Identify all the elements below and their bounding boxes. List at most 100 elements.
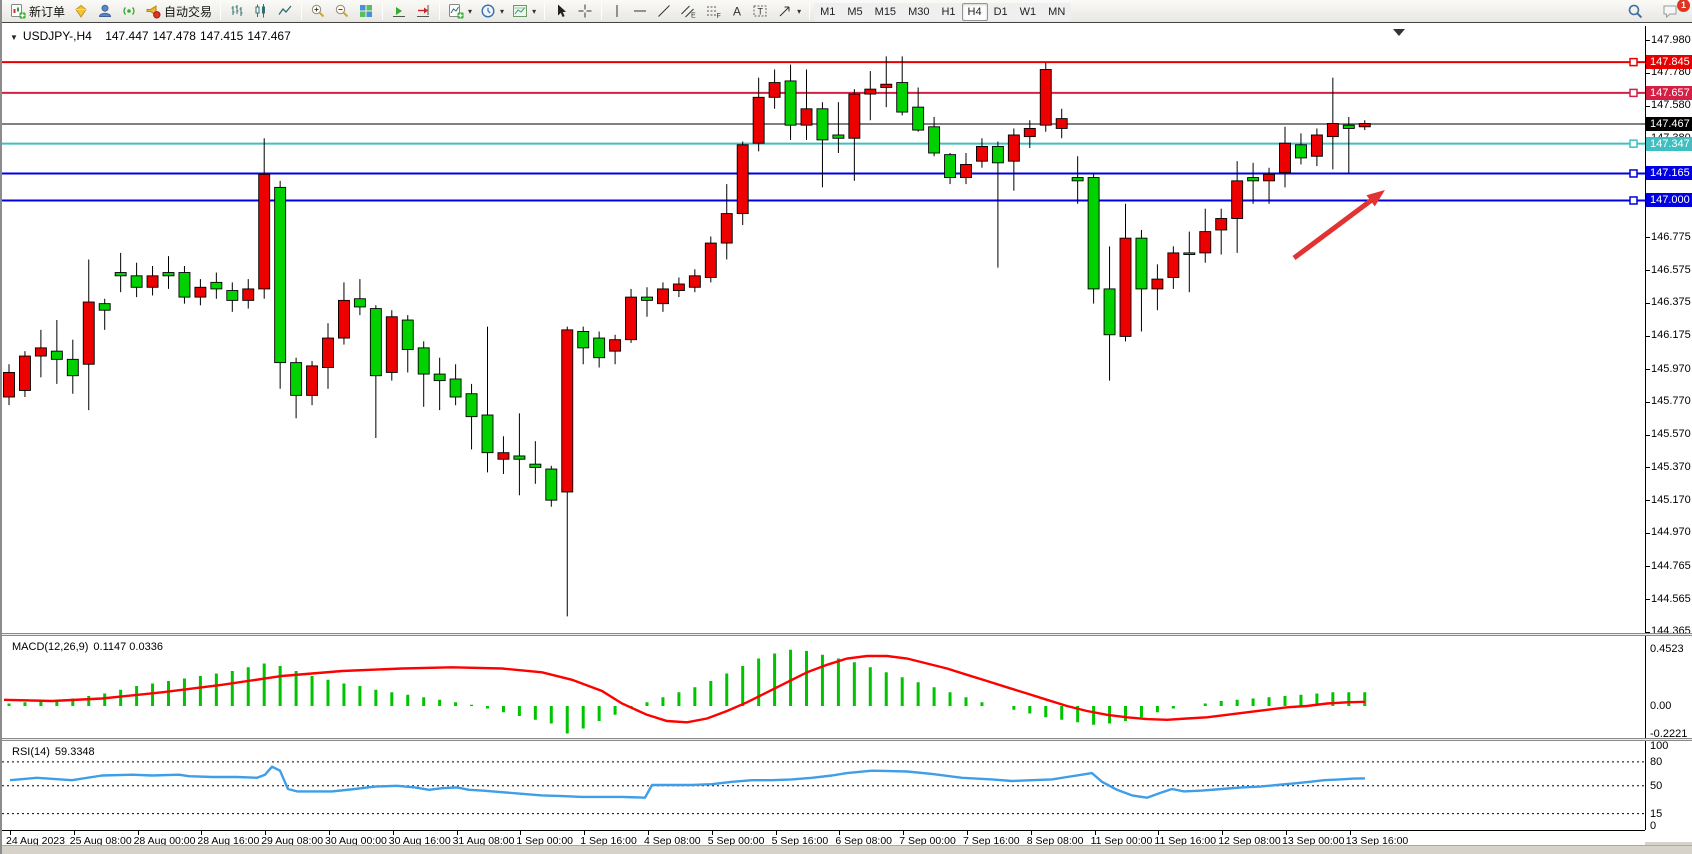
timeframe-H4[interactable]: H4 <box>962 3 988 21</box>
candle <box>929 117 940 156</box>
crosshair-button[interactable] <box>573 1 597 21</box>
arrows-button[interactable]: ▾ <box>773 1 805 21</box>
pane-splitter[interactable] <box>2 738 1692 741</box>
profile-button[interactable] <box>93 1 117 21</box>
candle <box>259 138 270 298</box>
price-tick-label: 146.375 <box>1651 296 1691 308</box>
candle <box>705 237 716 283</box>
candle <box>689 269 700 292</box>
chart-shift-marker-icon[interactable] <box>1393 29 1405 36</box>
channel-button[interactable]: E <box>676 1 701 21</box>
crystal-icon <box>73 3 89 19</box>
hline-147[interactable] <box>2 197 1645 204</box>
bar-chart-mode-button[interactable] <box>225 1 249 21</box>
signal-button[interactable] <box>117 1 141 21</box>
caret-down-icon: ▾ <box>468 7 472 16</box>
candle <box>865 71 876 120</box>
timeframe-M15[interactable]: M15 <box>869 3 902 21</box>
market-watch-button[interactable] <box>69 1 93 21</box>
tile-windows-button[interactable] <box>354 1 378 21</box>
horizontal-line-icon <box>632 3 648 19</box>
separator <box>301 3 302 20</box>
timeframe-MN[interactable]: MN <box>1042 3 1071 21</box>
templates-button[interactable]: ▾ <box>508 1 540 21</box>
candle <box>1280 127 1291 188</box>
ohlc-close: 147.467 <box>247 29 290 43</box>
profile-icon <box>97 3 113 19</box>
auto-trading-button[interactable]: 自动交易 <box>141 1 216 21</box>
auto-scroll-button[interactable] <box>387 1 411 21</box>
toolbar: 新订单 自动交易 ▾ ▾ ▾ E F A T ▾ <box>2 0 1692 23</box>
macd-scale-label: 0.4523 <box>1650 643 1684 655</box>
candle <box>546 466 557 507</box>
time-axis[interactable]: 24 Aug 202325 Aug 08:0028 Aug 00:0028 Au… <box>2 830 1645 845</box>
text-icon: A <box>730 3 744 19</box>
hline-147.845[interactable] <box>2 59 1645 66</box>
pane-splitter[interactable] <box>2 633 1692 636</box>
candle <box>992 142 1003 268</box>
chart-shift-button[interactable] <box>411 1 435 21</box>
candle <box>642 287 653 316</box>
price-badge-147.657: 147.657 <box>1646 86 1692 100</box>
text-button[interactable]: A <box>726 1 748 21</box>
hline-147.165[interactable] <box>2 170 1645 177</box>
candle <box>35 330 46 377</box>
text-label-button[interactable]: T <box>748 1 773 21</box>
trendline-icon <box>656 3 672 19</box>
price-badge-147.347: 147.347 <box>1646 137 1692 151</box>
timeframe-M1[interactable]: M1 <box>814 3 841 21</box>
svg-text:A: A <box>733 5 741 19</box>
timeframe-W1[interactable]: W1 <box>1014 3 1043 21</box>
bar-chart-icon <box>229 3 245 19</box>
new-order-button[interactable]: 新订单 <box>6 1 69 21</box>
candle <box>402 315 413 372</box>
periods-button[interactable]: ▾ <box>476 1 508 21</box>
search-button[interactable] <box>1623 2 1648 22</box>
zoom-out-button[interactable] <box>330 1 354 21</box>
arrow-object-icon <box>777 3 793 19</box>
macd-pane[interactable] <box>2 636 1645 738</box>
timeframe-M5[interactable]: M5 <box>841 3 868 21</box>
candle <box>1072 156 1083 203</box>
separator <box>544 3 545 20</box>
candle <box>307 361 318 405</box>
macd-scale-label: 0.00 <box>1650 700 1671 712</box>
hline-147.347[interactable] <box>2 140 1645 147</box>
candle <box>275 181 286 389</box>
channel-icon: E <box>680 3 697 19</box>
zoom-in-button[interactable] <box>306 1 330 21</box>
separator <box>601 3 602 20</box>
candle <box>67 340 78 394</box>
rsi-level-label: 0 <box>1650 820 1656 832</box>
trendline-button[interactable] <box>652 1 676 21</box>
timeframe-H1[interactable]: H1 <box>935 3 961 21</box>
notifications-button[interactable]: 1 <box>1658 2 1684 22</box>
timeframe-M30[interactable]: M30 <box>902 3 935 21</box>
horizontal-line-button[interactable] <box>628 1 652 21</box>
main-price-chart[interactable] <box>2 26 1645 633</box>
candle <box>386 310 397 380</box>
candlestick-icon <box>253 3 269 19</box>
candle <box>1327 78 1338 170</box>
candle <box>1311 128 1322 166</box>
vertical-line-button[interactable] <box>606 1 628 21</box>
svg-text:F: F <box>717 13 721 19</box>
candlestick-mode-button[interactable] <box>249 1 273 21</box>
timeframe-D1[interactable]: D1 <box>988 3 1014 21</box>
candle <box>291 358 302 419</box>
price-tick-label: 144.970 <box>1651 526 1691 538</box>
price-badge-147.165: 147.165 <box>1646 166 1692 180</box>
candle <box>1184 232 1195 293</box>
cursor-button[interactable] <box>549 1 573 21</box>
vertical-line-icon <box>610 3 624 19</box>
rsi-pane[interactable] <box>2 741 1645 830</box>
cursor-icon <box>553 3 569 19</box>
hline-147.657[interactable] <box>2 89 1645 96</box>
candle <box>849 89 860 181</box>
price-tick-label: 147.580 <box>1651 99 1691 111</box>
line-chart-icon <box>277 3 293 19</box>
line-chart-mode-button[interactable] <box>273 1 297 21</box>
zoom-in-icon <box>310 3 326 19</box>
fibonacci-button[interactable]: F <box>701 1 726 21</box>
indicators-button[interactable]: ▾ <box>444 1 476 21</box>
